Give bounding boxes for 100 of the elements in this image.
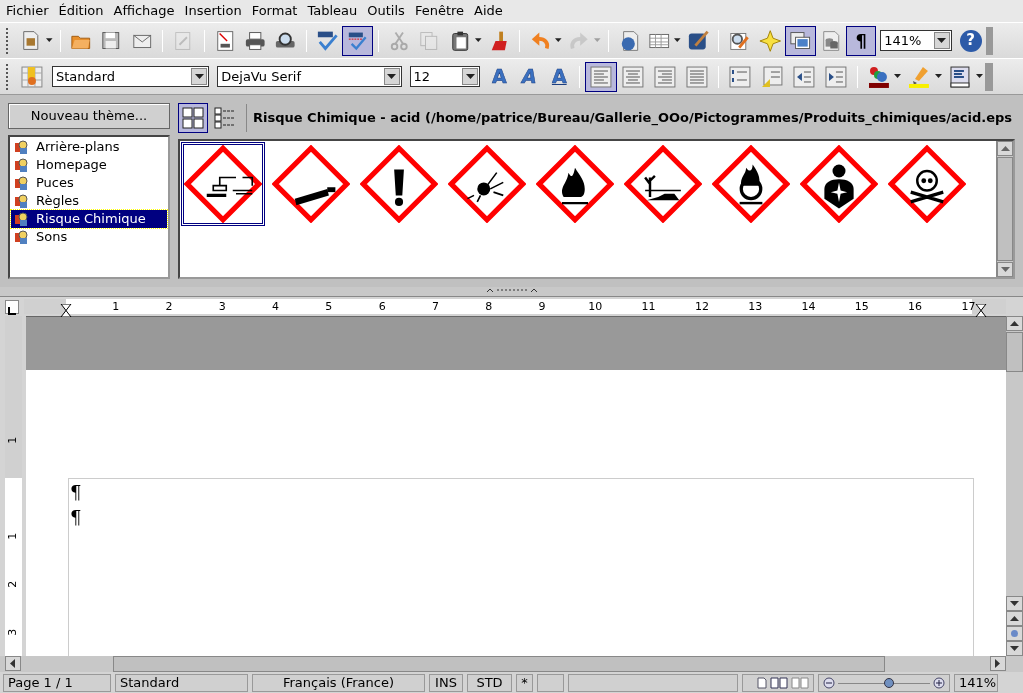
font-name-combo[interactable]: DejaVu Serif [217, 66, 402, 87]
ruler-number: 15 [854, 300, 869, 313]
theme-folder-icon [14, 194, 28, 208]
theme-folder-icon [14, 140, 28, 154]
next-page-icon [1010, 645, 1019, 652]
font-color-icon [866, 64, 891, 89]
decrease-indent-icon [791, 64, 816, 89]
ruler-number: 12 [694, 300, 709, 313]
page-indicator: Page 1 / 1 [3, 674, 111, 692]
scroll-thumb[interactable] [113, 656, 885, 672]
ruler-number: 3 [5, 628, 21, 636]
menu-item[interactable]: Format [247, 1, 304, 21]
gallery-button[interactable] [785, 25, 816, 56]
scroll-thumb[interactable] [997, 157, 1013, 261]
align-center-icon [621, 64, 646, 89]
insert-mode: INS [429, 674, 463, 692]
scroll-down-icon [1000, 266, 1010, 273]
increase-indent-icon [823, 64, 848, 89]
menu-item[interactable]: Édition [54, 1, 110, 21]
bold-button[interactable]: A [484, 61, 515, 92]
italic-button[interactable]: A [514, 61, 545, 92]
theme-item[interactable]: Homepage [11, 156, 167, 174]
ruler-number: 17 [961, 300, 976, 313]
ruler-number: 2 [165, 300, 173, 313]
paragraph-style-combo[interactable]: Standard [51, 66, 210, 87]
theme-item[interactable]: Règles [11, 192, 167, 210]
scroll-thumb[interactable] [1006, 332, 1023, 372]
dropdown-arrow-icon [937, 37, 947, 44]
theme-item[interactable]: Sons [11, 228, 167, 246]
menu-item[interactable]: Outils [363, 1, 411, 21]
menu-item[interactable]: Affichage [109, 1, 181, 21]
menu-item[interactable]: Aide [470, 1, 509, 21]
selection-mode: STD [467, 674, 512, 692]
theme-item[interactable]: Puces [11, 174, 167, 192]
ruler-number: 6 [378, 300, 386, 313]
menu-item[interactable]: Fenêtre [410, 1, 471, 21]
horizontal-ruler[interactable]: 1 2 3 4 5 6 7 8 9 10 11 12 13 14 15 16 17 [24, 299, 1006, 314]
ruler-number: 8 [485, 300, 493, 313]
ruler-number: 4 [272, 300, 280, 313]
language-indicator: Français (France) [252, 674, 425, 692]
ruler-number: 7 [431, 300, 439, 313]
ruler-number: 13 [748, 300, 763, 313]
bulleted-list-icon [759, 64, 784, 89]
toolbar-overflow-handle[interactable] [985, 26, 994, 55]
zoom-out-icon [823, 677, 835, 689]
highlighter-icon [907, 64, 932, 89]
scroll-left-icon [10, 659, 16, 668]
numbered-list-icon [727, 64, 752, 89]
splitter-handle-icon [486, 287, 537, 293]
caret-icon [594, 38, 601, 43]
navigation-icon [1010, 629, 1019, 638]
icon-view-icon [181, 106, 205, 130]
ruler-number: 5 [325, 300, 333, 313]
theme-item[interactable]: Arrière-plans [11, 138, 167, 156]
zoom-percentage: 141% [954, 674, 998, 692]
scroll-down-icon [1010, 600, 1019, 607]
single-page-view-icon [756, 677, 767, 689]
font-size-combo[interactable]: 12 [409, 66, 481, 87]
icons-view-button[interactable] [178, 103, 208, 133]
caret-icon [894, 74, 902, 79]
ruler-number: 9 [538, 300, 546, 313]
caret-icon [976, 74, 984, 79]
styles-hand-icon [20, 64, 44, 89]
theme-item[interactable]: Risque Chimique [11, 210, 167, 228]
ruler-number: 3 [218, 300, 226, 313]
theme-folder-icon [14, 212, 28, 226]
marks-button[interactable]: ¶ [846, 25, 877, 56]
horizontal-scrollbar[interactable] [5, 656, 1006, 672]
vertical-scrollbar[interactable] [1006, 316, 1023, 656]
menu-item[interactable]: Tableau [303, 1, 364, 21]
menu-item[interactable]: Fichier [2, 1, 55, 21]
paragraph-mark: ¶ [70, 481, 83, 505]
align-left-button[interactable] [585, 61, 618, 92]
dropdown-arrow-icon [465, 73, 475, 80]
underline-button[interactable]: A [544, 61, 575, 92]
ruler-number: 16 [908, 300, 923, 313]
ruler-number: 2 [5, 580, 21, 588]
new-theme-button[interactable]: Nouveau thème... [8, 103, 170, 129]
toolbar-overflow-handle[interactable] [985, 62, 994, 91]
menu-item[interactable]: Insertion [180, 1, 248, 21]
theme-folder-icon [14, 176, 28, 190]
ruler-number: 1 [5, 532, 21, 540]
vertical-ruler[interactable]: 1 1 2 3 [5, 316, 22, 656]
autospell-button[interactable] [342, 25, 373, 56]
zoom-combo[interactable]: 141% [880, 30, 952, 51]
detail-view-icon [213, 106, 237, 130]
align-left-icon [589, 64, 614, 89]
ruler-number: 1 [5, 436, 21, 444]
dropdown-arrow-icon [194, 73, 204, 80]
two-page-view-icon [769, 677, 788, 689]
caret-icon [475, 38, 482, 43]
scroll-up-icon [1010, 320, 1019, 327]
modified-indicator: * [516, 674, 533, 692]
zoom-in-icon [933, 677, 945, 689]
ruler-number: 14 [801, 300, 816, 313]
vertical-scrollbar[interactable] [996, 141, 1013, 277]
align-right-icon [653, 64, 677, 89]
caret-icon [555, 38, 562, 43]
dropdown-arrow-icon [387, 73, 397, 80]
slider-thumb[interactable] [883, 678, 894, 688]
